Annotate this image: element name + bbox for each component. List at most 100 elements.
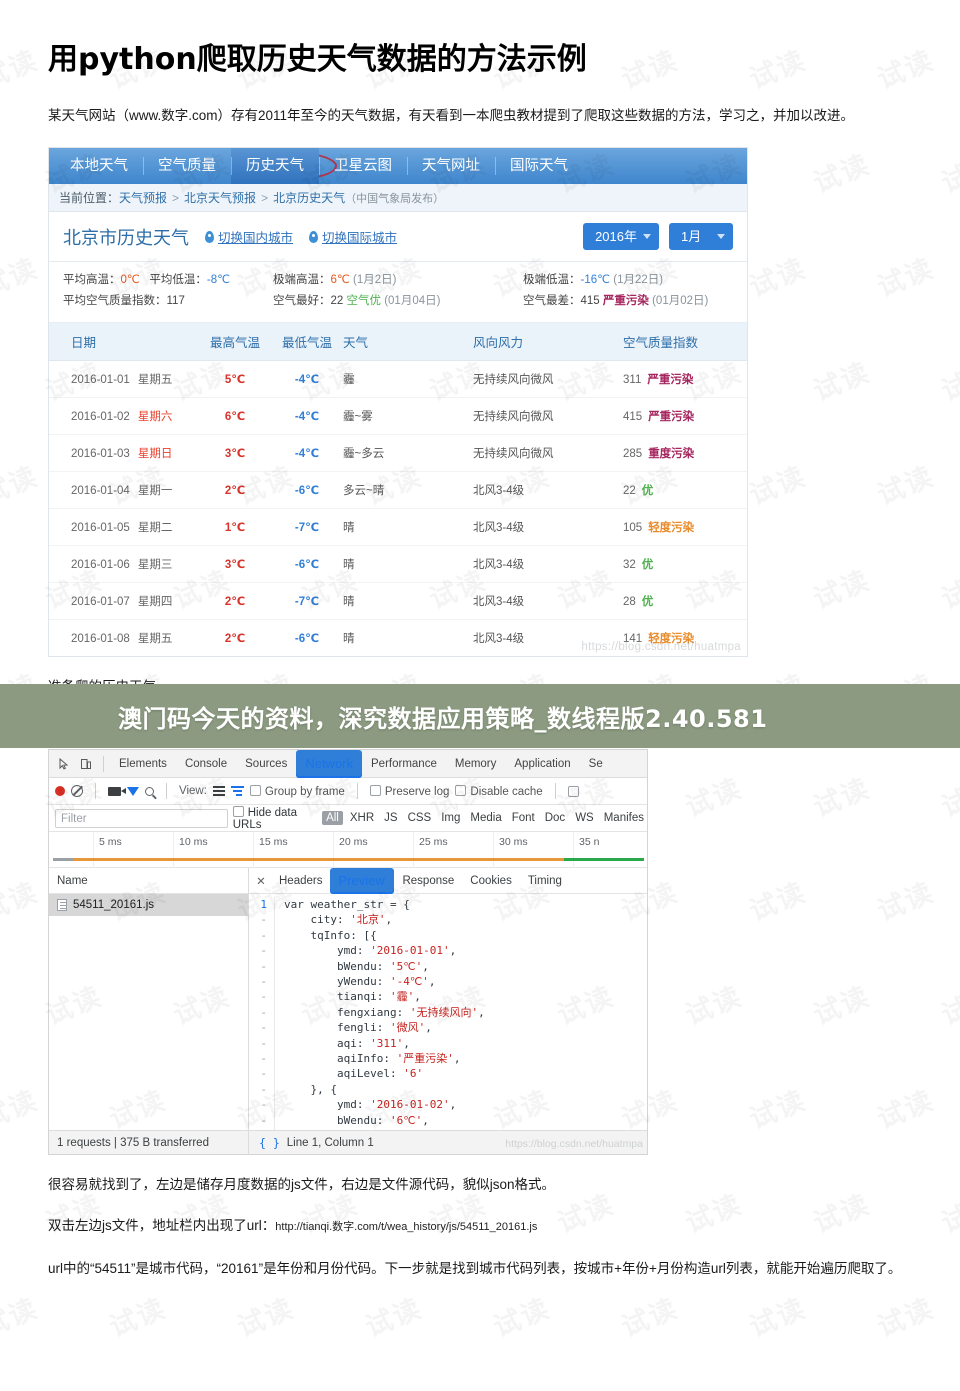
devtools-tab-performance[interactable]: Performance (362, 750, 446, 778)
cell-weather: 晴 (343, 620, 473, 657)
nav-item-3[interactable]: 卫星云图 (319, 148, 407, 184)
switch-international-city-link[interactable]: 切换国际城市 (309, 227, 397, 246)
detail-tab-timing[interactable]: Timing (520, 868, 570, 894)
devtools-tab-network[interactable]: Network (296, 750, 362, 778)
checkbox-icon (455, 785, 466, 796)
worst-air-label: 空气最差： (523, 295, 581, 307)
cell-weather: 霾 (343, 361, 473, 398)
table-row: 2016-01-03星期日3℃-4℃霾~多云无持续风向微风285重度污染 (49, 435, 747, 472)
pretty-print-icon[interactable]: { } (259, 1136, 280, 1150)
devtools-tab-memory[interactable]: Memory (446, 750, 506, 778)
timeline-bar-request (74, 858, 564, 861)
code-text: bWendu: '5℃', (275, 959, 429, 974)
filter-type-ws[interactable]: WS (572, 812, 597, 824)
breadcrumb-item-2[interactable]: 北京历史天气 (273, 191, 345, 205)
month-select-value: 1月 (681, 229, 701, 244)
record-icon[interactable] (55, 786, 65, 796)
cell-date: 2016-01-06星期三 (49, 546, 199, 583)
cell-low: -7℃ (271, 583, 343, 620)
breadcrumb-item-0[interactable]: 天气预报 (119, 191, 167, 205)
devtools-tab-sources[interactable]: Sources (236, 750, 296, 778)
filter-input[interactable]: Filter (55, 809, 228, 828)
code-gutter: - (249, 943, 275, 958)
detail-tab-cookies[interactable]: Cookies (462, 868, 520, 894)
devtools-tab-application[interactable]: Application (505, 750, 579, 778)
avg-aqi-value: 117 (167, 295, 185, 307)
date-text: 2016-01-05 (71, 522, 130, 534)
inspect-element-icon[interactable] (53, 753, 75, 775)
switch-domestic-city-link[interactable]: 切换国内城市 (205, 227, 293, 246)
month-select[interactable]: 1月 (669, 223, 733, 250)
cell-high: 2℃ (199, 472, 271, 509)
year-select-value: 2016年 (595, 229, 637, 244)
device-toolbar-icon[interactable] (75, 753, 97, 775)
table-body: 2016-01-01星期五5℃-4℃霾无持续风向微风311严重污染2016-01… (49, 361, 747, 657)
nav-item-1[interactable]: 空气质量 (143, 148, 231, 184)
search-icon[interactable] (145, 787, 154, 796)
nav-item-2[interactable]: 历史天气 (231, 148, 319, 184)
list-view-icon[interactable] (213, 786, 225, 796)
offline-checkbox-icon[interactable] (568, 786, 579, 797)
watermark-text: 试读 (359, 1287, 427, 1345)
cell-wind: 无持续风向微风 (473, 398, 623, 435)
code-text: aqiLevel: '6' (275, 1066, 423, 1081)
clear-icon[interactable] (71, 785, 83, 797)
code-gutter: - (249, 1097, 275, 1112)
cell-wind: 北风3-4级 (473, 509, 623, 546)
devtools-tab-elements[interactable]: Elements (110, 750, 176, 778)
detail-tab-response[interactable]: Response (394, 868, 462, 894)
detail-tab-preview[interactable]: Preview (330, 868, 394, 894)
filter-type-manifes[interactable]: Manifes (601, 812, 647, 824)
filter-type-xhr[interactable]: XHR (347, 812, 377, 824)
js-file-icon (57, 899, 67, 911)
summary-row-air: 平均空气质量指数：117 空气最好：22 空气优 (01月04日) 空气最差：4… (63, 291, 733, 312)
disable-cache-checkbox[interactable]: Disable cache (455, 785, 542, 798)
filter-type-font[interactable]: Font (509, 812, 538, 824)
page-content: 用python爬取历史天气数据的方法示例 某天气网站（www.数字.com）存有… (0, 34, 960, 1280)
code-line: - tianqi: '霾', (249, 989, 647, 1004)
preserve-log-label: Preserve log (385, 786, 450, 798)
best-air-label: 空气最好： (273, 295, 331, 307)
devtools-tab-console[interactable]: Console (176, 750, 236, 778)
devtools-filter-bar: Filter Hide data URLs All XHR JS CSSImg Medi… (49, 805, 647, 832)
filter-icon[interactable] (127, 787, 139, 796)
watermark-text: 试读 (871, 1287, 939, 1345)
filter-type-css[interactable]: CSS (405, 812, 435, 824)
hide-data-urls-checkbox[interactable]: Hide data URLs (233, 806, 317, 831)
nav-item-label: 卫星云图 (334, 158, 392, 174)
filter-type-doc[interactable]: Doc (542, 812, 568, 824)
waterfall-view-icon[interactable] (231, 786, 244, 796)
best-air-level: 空气优 (347, 295, 382, 307)
filter-type-js[interactable]: JS (381, 812, 400, 824)
date-text: 2016-01-06 (71, 559, 130, 571)
requests-count: 1 requests (57, 1137, 111, 1149)
checkbox-icon (250, 785, 261, 796)
filter-type-img[interactable]: Img (438, 812, 463, 824)
capture-screenshots-icon[interactable] (108, 787, 121, 796)
devtools-tab-se[interactable]: Se (580, 750, 612, 778)
code-text: var weather_str = { (275, 897, 410, 912)
avg-high-label: 平均高温： (63, 274, 121, 286)
month-summary: 平均高温：0℃ 平均低温：-8℃ 极端高温：6℃ (1月2日) 极端低温：-16… (49, 262, 747, 323)
date-selectors: 2016年 1月 (583, 223, 733, 250)
nav-item-5[interactable]: 国际天气 (495, 148, 583, 184)
request-row[interactable]: 54511_20161.js (49, 894, 248, 916)
preserve-log-checkbox[interactable]: Preserve log (370, 785, 450, 798)
group-by-frame-checkbox[interactable]: Group by frame (250, 785, 345, 798)
code-line: - aqiLevel: '6' (249, 1066, 647, 1081)
nav-item-4[interactable]: 天气网址 (407, 148, 495, 184)
cell-high: 2℃ (199, 583, 271, 620)
nav-item-0[interactable]: 本地天气 (55, 148, 143, 184)
filter-type-media[interactable]: Media (467, 812, 504, 824)
year-select[interactable]: 2016年 (583, 223, 659, 250)
code-line: 1var weather_str = { (249, 897, 647, 912)
filter-type-all[interactable]: All (322, 811, 343, 825)
transfer-summary: 1 requests | 375 B transferred (49, 1131, 249, 1155)
detail-tab-headers[interactable]: Headers (271, 868, 330, 894)
summary-avg-aqi: 平均空气质量指数：117 (63, 291, 273, 312)
code-line: - fengli: '微风', (249, 1020, 647, 1035)
breadcrumb-item-1[interactable]: 北京天气预报 (184, 191, 256, 205)
close-icon[interactable]: ✕ (253, 874, 269, 888)
timeline-bar-stalled (53, 858, 75, 861)
cell-date: 2016-01-02星期六 (49, 398, 199, 435)
